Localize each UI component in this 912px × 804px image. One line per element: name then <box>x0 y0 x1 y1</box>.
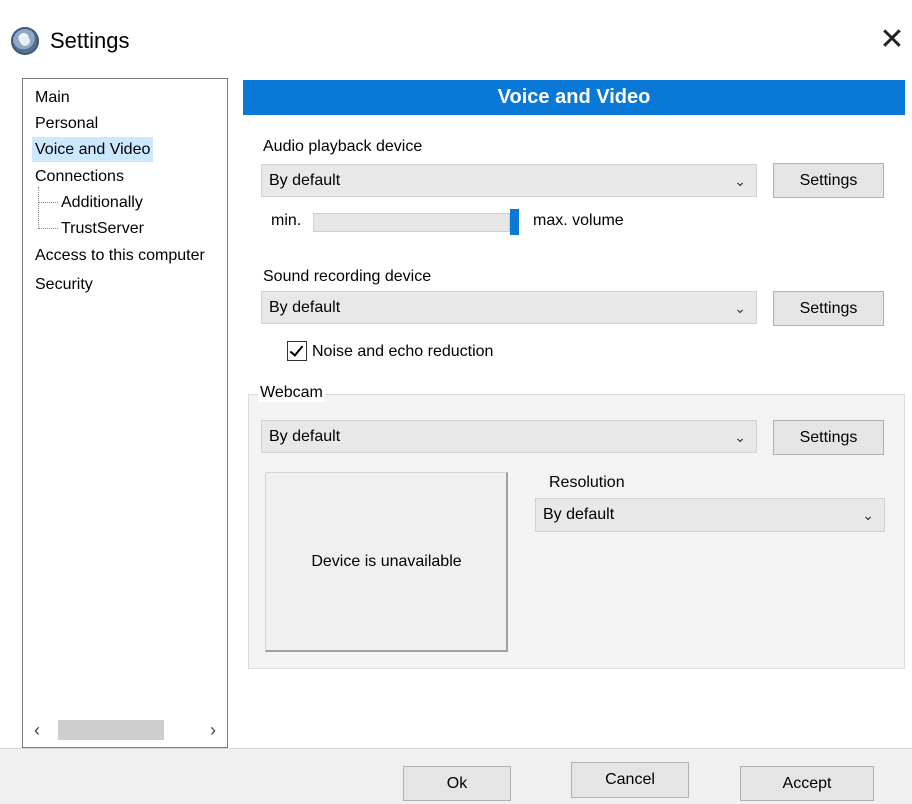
sound-recording-dropdown[interactable]: By default ⌄ <box>261 291 757 324</box>
tree-connector <box>38 202 58 203</box>
device-unavailable-text: Device is unavailable <box>311 553 462 570</box>
nav-item-trustserver[interactable]: TrustServer <box>58 216 147 241</box>
audio-settings-button[interactable]: Settings <box>773 163 884 198</box>
nav-item-access-to-this-computer[interactable]: Access to this computer <box>32 243 208 268</box>
scrollbar-thumb[interactable] <box>58 720 164 740</box>
recording-settings-button[interactable]: Settings <box>773 291 884 326</box>
cancel-button[interactable]: Cancel <box>571 762 689 798</box>
close-icon: ✕ <box>879 23 905 56</box>
resolution-label: Resolution <box>549 474 625 491</box>
scroll-left-icon[interactable]: ‹ <box>24 715 50 746</box>
nav-item-personal[interactable]: Personal <box>32 111 101 136</box>
nav-item-voice-and-video[interactable]: Voice and Video <box>32 137 154 162</box>
nav-item-security[interactable]: Security <box>32 272 96 297</box>
webcam-settings-button[interactable]: Settings <box>773 420 884 455</box>
title-bar <box>0 0 912 80</box>
noise-reduction-checkbox[interactable] <box>287 341 307 361</box>
nav-item-main[interactable]: Main <box>32 85 73 110</box>
checkmark-icon <box>289 342 304 357</box>
sound-recording-value: By default <box>269 299 341 316</box>
tree-connector <box>38 187 39 229</box>
noise-reduction-label: Noise and echo reduction <box>312 343 494 360</box>
volume-slider-track[interactable] <box>313 213 510 232</box>
nav-item-connections[interactable]: Connections <box>32 164 127 189</box>
chevron-down-icon: ⌄ <box>734 300 746 316</box>
section-header: Voice and Video <box>243 80 905 115</box>
close-button[interactable]: ✕ <box>872 18 912 62</box>
audio-playback-dropdown[interactable]: By default ⌄ <box>261 164 757 197</box>
settings-nav-tree: Main Personal Voice and Video Connection… <box>22 78 228 748</box>
resolution-dropdown[interactable]: By default ⌄ <box>535 498 885 532</box>
nav-item-additionally[interactable]: Additionally <box>58 190 146 215</box>
chevron-down-icon: ⌄ <box>862 507 874 523</box>
horizontal-scrollbar[interactable]: ‹ › <box>24 715 226 746</box>
webcam-group-label: Webcam <box>258 384 325 402</box>
volume-max-label: max. volume <box>533 212 624 229</box>
tree-connector <box>38 228 58 229</box>
webcam-dropdown[interactable]: By default ⌄ <box>261 420 757 453</box>
settings-gear-icon <box>11 27 39 55</box>
resolution-value: By default <box>543 506 615 523</box>
accept-button[interactable]: Accept <box>740 766 874 801</box>
window-title: Settings <box>50 28 130 53</box>
audio-playback-label: Audio playback device <box>263 138 423 155</box>
volume-min-label: min. <box>271 212 302 229</box>
volume-slider-thumb[interactable] <box>510 209 519 235</box>
audio-playback-value: By default <box>269 172 341 189</box>
webcam-preview: Device is unavailable <box>265 472 508 652</box>
webcam-value: By default <box>269 428 341 445</box>
sound-recording-label: Sound recording device <box>263 268 432 285</box>
chevron-down-icon: ⌄ <box>734 429 746 445</box>
ok-button[interactable]: Ok <box>403 766 511 801</box>
scroll-right-icon[interactable]: › <box>200 715 226 746</box>
chevron-down-icon: ⌄ <box>734 173 746 189</box>
